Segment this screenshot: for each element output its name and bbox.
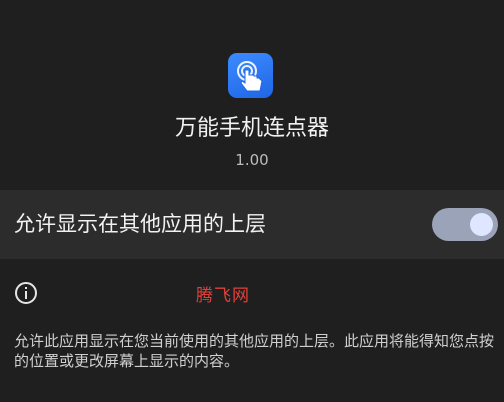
app-name: 万能手机连点器 [174,116,329,141]
tap-hand-icon [228,53,273,98]
overlay-permission-label: 允许显示在其他应用的上层 [14,212,266,236]
watermark-text: 腾飞网 [196,286,250,306]
toggle-knob [470,213,493,236]
permission-description: 允许此应用显示在您当前使用的其他应用的上层。此应用将能得知您点按的位置或更改屏幕… [14,332,495,370]
overlay-permission-toggle[interactable] [432,208,498,241]
app-version: 1.00 [235,151,269,169]
overlay-permission-screen: 万能手机连点器 1.00 允许显示在其他应用的上层 腾飞网 允许此应用显示在您当… [0,0,504,402]
overlay-permission-row[interactable]: 允许显示在其他应用的上层 [0,190,504,259]
info-icon [14,281,38,305]
